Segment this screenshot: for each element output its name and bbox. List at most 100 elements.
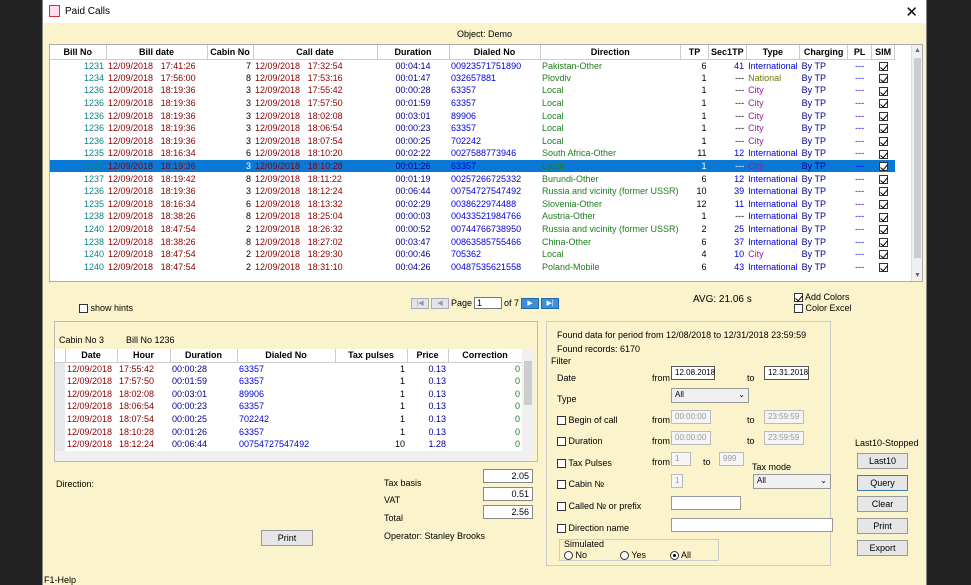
dirname-option[interactable]: Direction name <box>557 523 629 534</box>
duration-option[interactable]: Duration <box>557 436 603 447</box>
table-row[interactable]: 1236 12/09/2018 18:19:36 3 12/09/2018 18:10… <box>50 159 895 173</box>
cabin-input[interactable]: 1 <box>671 474 683 488</box>
last-page-icon[interactable]: ▶| <box>541 297 560 309</box>
column-header[interactable]: PL <box>847 45 873 60</box>
detail-row[interactable]: 12/09/2018 17:57:50 00:01:59 63357 1 0.13 0 <box>55 374 522 388</box>
detail-row[interactable]: 12/09/2018 18:10:28 00:01:26 63357 1 0.13 0 <box>55 425 522 439</box>
sim-checkbox[interactable] <box>878 237 888 247</box>
detail-column-header[interactable]: Tax pulses <box>335 349 408 363</box>
query-button[interactable]: Query <box>857 475 908 491</box>
column-header[interactable]: Call date <box>253 45 378 60</box>
column-header[interactable]: Bill No <box>50 45 107 60</box>
pulses-option[interactable]: Tax Pulses <box>557 458 612 469</box>
begin-checkbox[interactable] <box>557 416 566 426</box>
table-row[interactable]: 1236 12/09/2018 18:19:36 3 12/09/2018 18:07… <box>50 135 895 148</box>
scroll-thumb[interactable] <box>914 58 921 258</box>
column-header[interactable]: Cabin No <box>207 45 254 60</box>
detail-row[interactable]: 12/09/2018 18:12:24 00:06:44 00754727547492… <box>55 438 522 451</box>
row-indicator[interactable] <box>55 374 65 388</box>
column-header[interactable]: Charging <box>799 45 849 60</box>
detail-column-header[interactable]: Dialed No <box>237 349 336 363</box>
export-button[interactable]: Export <box>857 540 908 556</box>
sim-no-option[interactable]: No <box>564 550 587 561</box>
detail-column-header[interactable]: Date <box>65 349 118 363</box>
row-indicator[interactable] <box>55 438 65 451</box>
sim-yes-radio[interactable] <box>620 551 629 561</box>
add-colors-option[interactable]: Add Colors <box>794 292 850 303</box>
sim-checkbox[interactable] <box>878 199 888 209</box>
show-hints-checkbox[interactable] <box>79 304 88 314</box>
pulses-checkbox[interactable] <box>557 459 566 469</box>
detail-row[interactable]: 12/09/2018 18:02:08 00:03:01 89906 1 0.13 0 <box>55 387 522 401</box>
sim-checkbox[interactable] <box>878 86 888 96</box>
column-header[interactable]: Sec1TP <box>708 45 747 60</box>
date-to-input[interactable]: 12.31.2018 <box>764 366 809 380</box>
close-icon[interactable]: ✕ <box>905 3 918 21</box>
next-page-icon[interactable]: ▶ <box>521 297 540 309</box>
table-row[interactable]: 1240 12/09/2018 18:47:54 2 12/09/2018 18:29… <box>50 248 895 261</box>
row-indicator[interactable] <box>55 400 65 413</box>
column-header[interactable]: Type <box>746 45 801 60</box>
table-row[interactable]: 1238 12/09/2018 18:38:26 8 12/09/2018 18:27… <box>50 235 895 248</box>
detail-row[interactable]: 12/09/2018 18:07:54 00:00:25 702242 1 0.13 0 <box>55 412 522 426</box>
table-row[interactable]: 1234 12/09/2018 17:56:00 8 12/09/2018 17:53… <box>50 72 895 85</box>
table-row[interactable]: 1235 12/09/2018 18:16:34 6 12/09/2018 18:10… <box>50 147 895 160</box>
begin-from-input[interactable]: 00:00:00 <box>671 410 711 424</box>
color-excel-checkbox[interactable] <box>794 304 803 314</box>
table-row[interactable]: 1238 12/09/2018 18:38:26 8 12/09/2018 18:25… <box>50 210 895 223</box>
clear-button[interactable]: Clear <box>857 496 908 512</box>
table-row[interactable]: 1236 12/09/2018 18:19:36 3 12/09/2018 18:06… <box>50 122 895 135</box>
called-option[interactable]: Called № or prefix <box>557 501 641 512</box>
sim-all-radio[interactable] <box>670 551 679 561</box>
sim-checkbox[interactable] <box>878 111 888 121</box>
sim-checkbox[interactable] <box>878 74 888 84</box>
called-checkbox[interactable] <box>557 502 566 512</box>
row-indicator[interactable] <box>55 387 65 401</box>
detail-hscrollbar[interactable] <box>55 452 534 461</box>
tax-mode-select[interactable]: All ⌄ <box>753 474 831 489</box>
sim-checkbox[interactable] <box>878 212 888 222</box>
table-row[interactable]: 1240 12/09/2018 18:47:54 2 12/09/2018 18:31… <box>50 261 895 274</box>
begin-to-input[interactable]: 23:59:59 <box>764 410 804 424</box>
column-header[interactable]: Duration <box>377 45 450 60</box>
sim-checkbox[interactable] <box>878 149 888 159</box>
sim-checkbox[interactable] <box>878 162 888 172</box>
type-select[interactable]: All ⌄ <box>671 388 749 403</box>
sim-checkbox[interactable] <box>878 61 888 71</box>
column-header[interactable]: TP <box>680 45 710 60</box>
detail-column-header[interactable]: Price <box>407 349 449 363</box>
detail-column-header[interactable]: Correction <box>448 349 523 363</box>
table-row[interactable]: 1235 12/09/2018 18:16:34 6 12/09/2018 18:13… <box>50 198 895 211</box>
table-row[interactable]: 1236 12/09/2018 18:19:36 3 12/09/2018 17:55… <box>50 84 895 97</box>
row-indicator[interactable] <box>55 362 65 375</box>
print-button[interactable]: Print <box>857 518 908 534</box>
detail-column-header[interactable]: Duration <box>170 349 238 363</box>
detail-scrollbar[interactable] <box>522 349 534 452</box>
prev-page-icon[interactable]: ◀ <box>431 297 449 309</box>
sim-all-option[interactable]: All <box>670 550 691 561</box>
scroll-down-icon[interactable]: ▼ <box>912 270 922 281</box>
grid-scrollbar[interactable]: ▲ ▼ <box>911 45 922 281</box>
color-excel-option[interactable]: Color Excel <box>794 303 852 314</box>
cabin-checkbox[interactable] <box>557 480 566 490</box>
row-indicator[interactable] <box>55 425 65 439</box>
called-input[interactable] <box>671 496 741 510</box>
sim-yes-option[interactable]: Yes <box>620 550 646 561</box>
duration-to-input[interactable]: 23:59:59 <box>764 431 804 445</box>
column-header[interactable]: Direction <box>540 45 682 60</box>
sim-checkbox[interactable] <box>878 174 888 184</box>
first-page-icon[interactable]: |◀ <box>411 297 429 309</box>
table-row[interactable]: 1237 12/09/2018 18:19:42 8 12/09/2018 18:11… <box>50 172 895 185</box>
last10-button[interactable]: Last10 <box>857 453 908 469</box>
begin-option[interactable]: Begin of call <box>557 415 618 426</box>
table-row[interactable]: 1236 12/09/2018 18:19:36 3 12/09/2018 18:12… <box>50 185 895 198</box>
detail-scroll-thumb[interactable] <box>524 361 532 405</box>
pulses-from-input[interactable]: 1 <box>671 452 691 466</box>
detail-row[interactable]: 12/09/2018 18:06:54 00:00:23 63357 1 0.13 0 <box>55 400 522 413</box>
sim-checkbox[interactable] <box>878 262 888 272</box>
add-colors-checkbox[interactable] <box>794 293 803 303</box>
sim-checkbox[interactable] <box>878 250 888 260</box>
page-input[interactable] <box>474 297 503 309</box>
table-row[interactable]: 1231 12/09/2018 17:41:26 7 12/09/2018 17:32… <box>50 59 895 72</box>
pulses-to-input[interactable]: 999 <box>719 452 744 466</box>
